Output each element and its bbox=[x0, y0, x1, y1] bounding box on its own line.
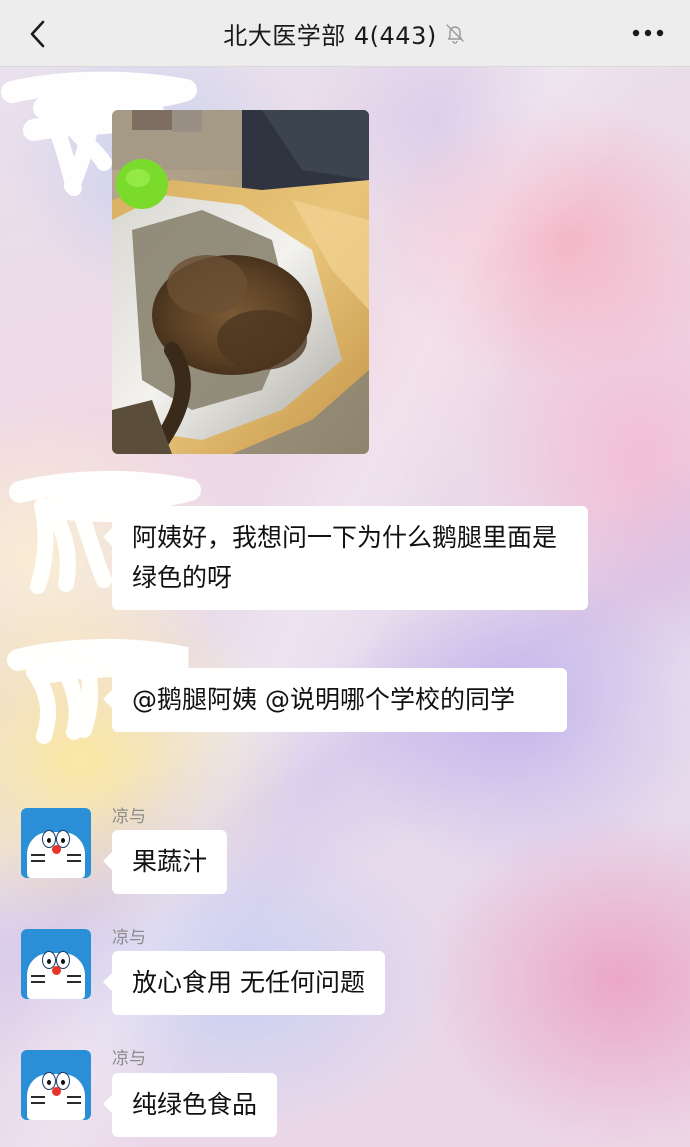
avatar-doraemon[interactable] bbox=[21, 808, 91, 878]
message-text: 果蔬汁 bbox=[132, 847, 208, 876]
more-dots-icon bbox=[632, 29, 664, 37]
photo-goose-leg bbox=[112, 110, 369, 454]
message-bubble[interactable]: 果蔬汁 bbox=[102, 830, 228, 894]
sender-name: 凉与 bbox=[112, 807, 146, 827]
sender-name: 凉与 bbox=[112, 1049, 146, 1069]
more-options-button[interactable] bbox=[628, 16, 668, 50]
message-text: 纯绿色食品 bbox=[132, 1090, 258, 1119]
message-text: 阿姨好，我想问一下为什么鹅腿里面是绿色的呀 bbox=[132, 523, 558, 592]
message-bubble[interactable]: 放心食用 无任何问题 bbox=[103, 951, 385, 1015]
chat-title-group: 北大医学部 4(443) bbox=[0, 0, 690, 66]
avatar-doraemon[interactable] bbox=[21, 929, 91, 999]
avatar-doraemon[interactable] bbox=[21, 1050, 91, 1120]
bell-muted-icon bbox=[443, 21, 467, 45]
message-bubble[interactable]: 纯绿色食品 bbox=[102, 1073, 278, 1137]
sender-name: 凉与 bbox=[112, 928, 146, 948]
chat-navbar: 北大医学部 4(443) bbox=[0, 0, 690, 67]
message-image-goose-leg[interactable] bbox=[112, 110, 369, 454]
chat-screen: 北大医学部 4(443) 阿姨好，我想问一下为什么鹅腿里面是绿色的呀 @鹅腿阿姨… bbox=[0, 0, 690, 1147]
message-text: 放心食用 无任何问题 bbox=[132, 968, 365, 997]
chat-title: 北大医学部 4(443) bbox=[223, 21, 437, 50]
message-text: @鹅腿阿姨 @说明哪个学校的同学 bbox=[132, 685, 515, 714]
message-bubble[interactable]: @鹅腿阿姨 @说明哪个学校的同学 bbox=[103, 668, 567, 732]
message-bubble[interactable]: 阿姨好，我想问一下为什么鹅腿里面是绿色的呀 bbox=[103, 506, 588, 610]
